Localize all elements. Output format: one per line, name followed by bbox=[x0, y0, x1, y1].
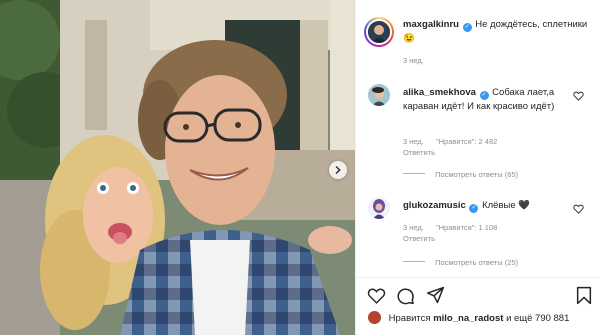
comment-2-reply-button[interactable]: Ответить bbox=[403, 234, 435, 243]
actions-divider bbox=[355, 277, 600, 278]
liker-username[interactable]: milo_na_radost bbox=[433, 313, 503, 324]
comments-panel bbox=[355, 0, 600, 335]
comment-2-username[interactable]: glukozamusic bbox=[403, 200, 466, 211]
comment-2-view-replies[interactable]: Посмотреть ответы (25) bbox=[403, 258, 518, 267]
likes-summary: Нравится milo_na_radost и ещё 790 881 bbox=[368, 311, 569, 324]
likes-count[interactable]: и ещё 790 881 bbox=[506, 313, 569, 324]
chevron-right-icon bbox=[335, 166, 341, 174]
selfie-image bbox=[0, 0, 355, 335]
post-caption: maxgalkinru ✓ Не дождётесь, сплетники 😉 bbox=[403, 18, 588, 45]
comment-icon[interactable] bbox=[396, 286, 415, 305]
author-avatar[interactable] bbox=[364, 17, 394, 47]
comment-1-time: 3 нед. bbox=[403, 137, 424, 146]
liker-avatar[interactable] bbox=[368, 311, 381, 324]
heart-icon[interactable] bbox=[367, 287, 386, 304]
commenter-avatar[interactable] bbox=[368, 197, 390, 219]
comment-1-meta: 3 нед. "Нравится": 2 482 bbox=[403, 137, 507, 146]
comment-2-time: 3 нед. bbox=[403, 223, 424, 232]
likes-prefix: Нравится bbox=[388, 313, 431, 324]
instagram-post-view: maxgalkinru ✓ Не дождётесь, сплетники 😉 … bbox=[0, 0, 600, 335]
verified-badge-icon: ✓ bbox=[479, 91, 489, 100]
comment-1-likes[interactable]: "Нравится": 2 482 bbox=[436, 137, 497, 146]
comment-2-like-icon[interactable] bbox=[573, 204, 584, 214]
verified-badge-icon: ✓ bbox=[462, 23, 472, 32]
comment-2-text: Клёвые 🖤 bbox=[482, 200, 531, 211]
bookmark-icon[interactable] bbox=[576, 286, 592, 305]
comment-1-view-replies[interactable]: Посмотреть ответы (65) bbox=[403, 170, 518, 179]
comment-1-username[interactable]: alika_smekhova bbox=[403, 87, 476, 98]
send-icon[interactable] bbox=[426, 286, 445, 304]
post-photo[interactable] bbox=[0, 0, 355, 335]
verified-badge-icon: ✓ bbox=[469, 204, 479, 213]
post-time[interactable]: 3 нед. bbox=[403, 56, 434, 65]
comment-2-likes[interactable]: "Нравится": 1 108 bbox=[436, 223, 497, 232]
carousel-next-button[interactable] bbox=[329, 161, 347, 179]
commenter-avatar[interactable] bbox=[368, 84, 390, 106]
comment-1-reply-button[interactable]: Ответить bbox=[403, 148, 435, 157]
comment-1-like-icon[interactable] bbox=[573, 91, 584, 101]
comment-2-body: glukozamusic ✓ Клёвые 🖤 bbox=[403, 199, 571, 213]
comment-1-body: alika_smekhova ✓ Собака лает,а караван и… bbox=[403, 86, 571, 113]
author-username[interactable]: maxgalkinru bbox=[403, 19, 459, 30]
comment-2-meta: 3 нед. "Нравится": 1 108 bbox=[403, 223, 507, 232]
